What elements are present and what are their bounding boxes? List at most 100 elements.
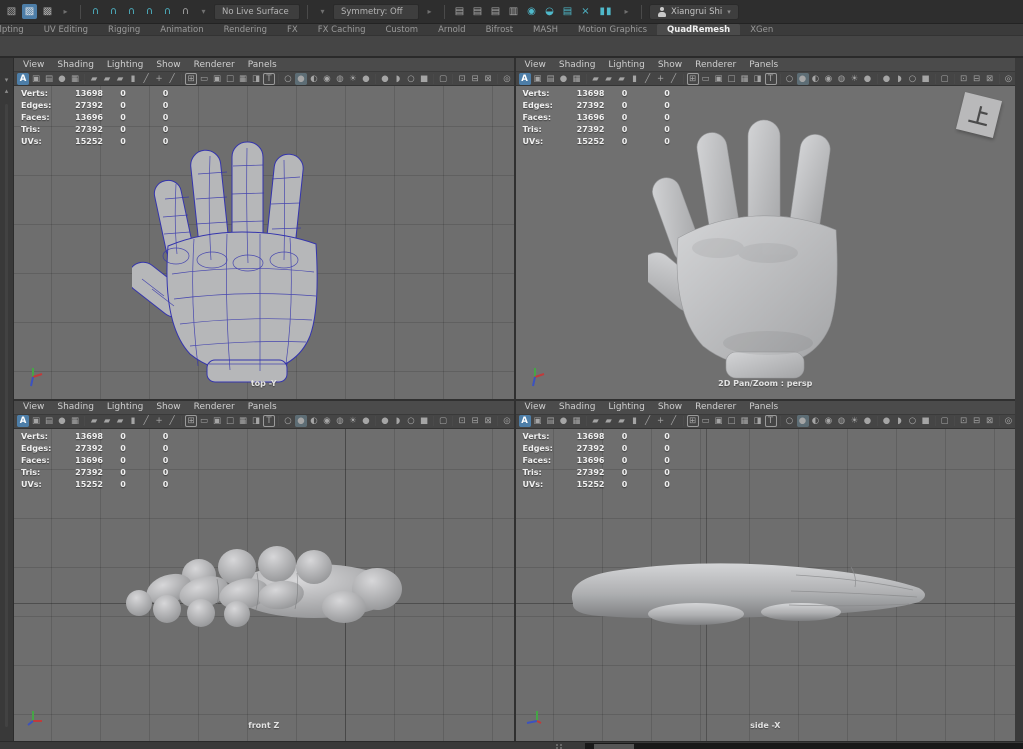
viewport-menu-view[interactable]: View xyxy=(525,402,546,412)
select-component-icon[interactable]: ▩ xyxy=(40,4,55,19)
orientation-note[interactable] xyxy=(955,92,1001,138)
shelf-tab-animation[interactable]: Animation xyxy=(150,24,213,36)
pencil-icon[interactable]: ╱ xyxy=(668,415,680,427)
camera-attributes-icon[interactable]: ▤ xyxy=(43,415,55,427)
wire-on-shaded-icon[interactable]: ◉ xyxy=(823,415,835,427)
two-d-pan-zoom-icon[interactable]: ▰ xyxy=(590,73,602,85)
isolate-select-icon[interactable]: ▢ xyxy=(939,415,951,427)
exposure-icon[interactable]: ◎ xyxy=(501,73,513,85)
motion-blur-icon[interactable]: ◗ xyxy=(894,73,906,85)
two-pane-layout-icon[interactable]: ▭ xyxy=(198,73,210,85)
screen-space-ao-icon[interactable]: ● xyxy=(881,73,893,85)
isolate-select-icon[interactable]: ▢ xyxy=(939,73,951,85)
lock-camera-icon[interactable]: ▣ xyxy=(30,415,42,427)
viewport-menu-panels[interactable]: Panels xyxy=(749,60,778,70)
wireframe-display-icon[interactable]: ○ xyxy=(784,73,796,85)
two-pane-layout-icon[interactable]: ▭ xyxy=(700,73,712,85)
image-plane-icon[interactable]: ▦ xyxy=(69,73,81,85)
lock-camera-icon[interactable]: ▣ xyxy=(532,415,544,427)
textured-display-icon[interactable]: ◐ xyxy=(308,73,320,85)
hand-model-front[interactable] xyxy=(109,539,409,639)
single-pane-layout-icon[interactable]: ⊞ xyxy=(687,73,699,85)
viewport-menu-lighting[interactable]: Lighting xyxy=(107,402,143,412)
shelf-tab-bifrost[interactable]: Bifrost xyxy=(476,24,523,36)
lights-icon[interactable]: ☀ xyxy=(347,73,359,85)
wireframe-display-icon[interactable]: ○ xyxy=(282,73,294,85)
select-camera-icon[interactable]: A xyxy=(17,73,29,85)
textured-display-icon[interactable]: ◐ xyxy=(810,73,822,85)
shelf-tab-motion-graphics[interactable]: Motion Graphics xyxy=(568,24,657,36)
viewport-canvas-front[interactable]: Verts:1369800Edges:2739200Faces:1369600T… xyxy=(14,429,514,742)
viewport-menu-lighting[interactable]: Lighting xyxy=(608,402,644,412)
shelf-tab-fx[interactable]: FX xyxy=(277,24,308,36)
toolbox-expand-icon[interactable]: ▴ xyxy=(2,87,12,96)
grease-pencil-frames-icon[interactable]: + xyxy=(655,73,667,85)
display-layers-icon[interactable]: ◉ xyxy=(524,4,539,19)
flag-icon[interactable]: ▮ xyxy=(127,415,139,427)
four-pane-layout-icon[interactable]: ▦ xyxy=(739,73,751,85)
pane-layout-icon[interactable]: ▣ xyxy=(713,73,725,85)
frame-region-icon[interactable]: ⊠ xyxy=(984,415,996,427)
viewport-menu-view[interactable]: View xyxy=(525,60,546,70)
account-menu[interactable]: Xiangrui Shi▾ xyxy=(649,4,739,20)
timeline-grip[interactable] xyxy=(556,744,563,749)
shelf-tab-xgen[interactable]: XGen xyxy=(740,24,783,36)
image-plane-icon[interactable]: ▦ xyxy=(571,73,583,85)
grease-pencil-icon[interactable]: ╱ xyxy=(140,73,152,85)
viewport-menu-lighting[interactable]: Lighting xyxy=(107,60,143,70)
camera-attributes-icon[interactable]: ▤ xyxy=(545,415,557,427)
symmetry-flyout-icon[interactable]: ▸ xyxy=(422,4,437,19)
viewport-canvas-side[interactable]: Verts:1369800Edges:2739200Faces:1369600T… xyxy=(516,429,1016,742)
grease-pencil-icon[interactable]: ╱ xyxy=(642,73,654,85)
copy-view-icon[interactable]: ⊡ xyxy=(456,73,468,85)
script-editor-pane-icon[interactable]: T xyxy=(263,415,275,427)
frame-region-icon[interactable]: ⊠ xyxy=(482,73,494,85)
make-object-live-icon[interactable]: ∩ xyxy=(178,4,193,19)
paste-view-icon[interactable]: ⊟ xyxy=(971,73,983,85)
wire-on-shaded-icon[interactable]: ◉ xyxy=(321,415,333,427)
grease-pencil-frames-icon[interactable]: + xyxy=(153,73,165,85)
copy-view-icon[interactable]: ⊡ xyxy=(958,73,970,85)
hypershade-icon[interactable]: ◒ xyxy=(542,4,557,19)
pause-icon[interactable]: ▮▮ xyxy=(596,4,616,19)
snap-to-projected-center-icon[interactable]: ∩ xyxy=(142,4,157,19)
open-render-view-icon[interactable]: ▤ xyxy=(452,4,467,19)
camera-3d-icon[interactable]: ▰ xyxy=(101,73,113,85)
fog-icon[interactable]: ■ xyxy=(418,415,430,427)
snap-to-point-icon[interactable]: ∩ xyxy=(124,4,139,19)
paste-view-icon[interactable]: ⊟ xyxy=(469,415,481,427)
shelf-tab-uv-editing[interactable]: UV Editing xyxy=(34,24,98,36)
hand-model-side[interactable] xyxy=(551,557,936,635)
viewport-canvas-persp[interactable]: Verts:1369800Edges:2739200Faces:1369600T… xyxy=(516,86,1016,399)
outliner-pane-icon[interactable]: ◨ xyxy=(752,73,764,85)
shelf-tab-quadremesh[interactable]: QuadRemesh xyxy=(657,24,740,36)
material-display-icon[interactable]: ◍ xyxy=(836,415,848,427)
grease-pencil-icon[interactable]: ╱ xyxy=(140,415,152,427)
bookmarks-icon[interactable]: ● xyxy=(558,73,570,85)
viewport-menu-renderer[interactable]: Renderer xyxy=(194,60,235,70)
shelf-tab-custom[interactable]: Custom xyxy=(375,24,428,36)
shadows-icon[interactable]: ● xyxy=(862,73,874,85)
viewport-menu-renderer[interactable]: Renderer xyxy=(695,402,736,412)
wire-on-shaded-icon[interactable]: ◉ xyxy=(823,73,835,85)
viewport-menu-show[interactable]: Show xyxy=(658,60,682,70)
render-sequence-icon[interactable]: ▥ xyxy=(506,4,521,19)
select-hierarchy-icon[interactable]: ▧ xyxy=(4,4,19,19)
bookmarks-icon[interactable]: ● xyxy=(56,415,68,427)
single-pane-layout-icon[interactable]: ⊞ xyxy=(185,73,197,85)
screen-space-ao-icon[interactable]: ● xyxy=(881,415,893,427)
pencil-icon[interactable]: ╱ xyxy=(166,415,178,427)
camera-3d-icon[interactable]: ▰ xyxy=(603,73,615,85)
shelf-tab-rendering[interactable]: Rendering xyxy=(214,24,277,36)
exposure-icon[interactable]: ◎ xyxy=(501,415,513,427)
motion-blur-icon[interactable]: ◗ xyxy=(392,415,404,427)
script-editor-pane-icon[interactable]: T xyxy=(263,73,275,85)
viewport-menu-show[interactable]: Show xyxy=(658,402,682,412)
shelf-tab-fx-caching[interactable]: FX Caching xyxy=(308,24,376,36)
hand-model-wireframe[interactable] xyxy=(132,114,362,384)
snap-to-curve-icon[interactable]: ∩ xyxy=(106,4,121,19)
textured-display-icon[interactable]: ◐ xyxy=(810,415,822,427)
shelf-tab-sculpting[interactable]: Sculpting xyxy=(0,24,34,36)
shadows-icon[interactable]: ● xyxy=(360,73,372,85)
screen-space-ao-icon[interactable]: ● xyxy=(379,73,391,85)
